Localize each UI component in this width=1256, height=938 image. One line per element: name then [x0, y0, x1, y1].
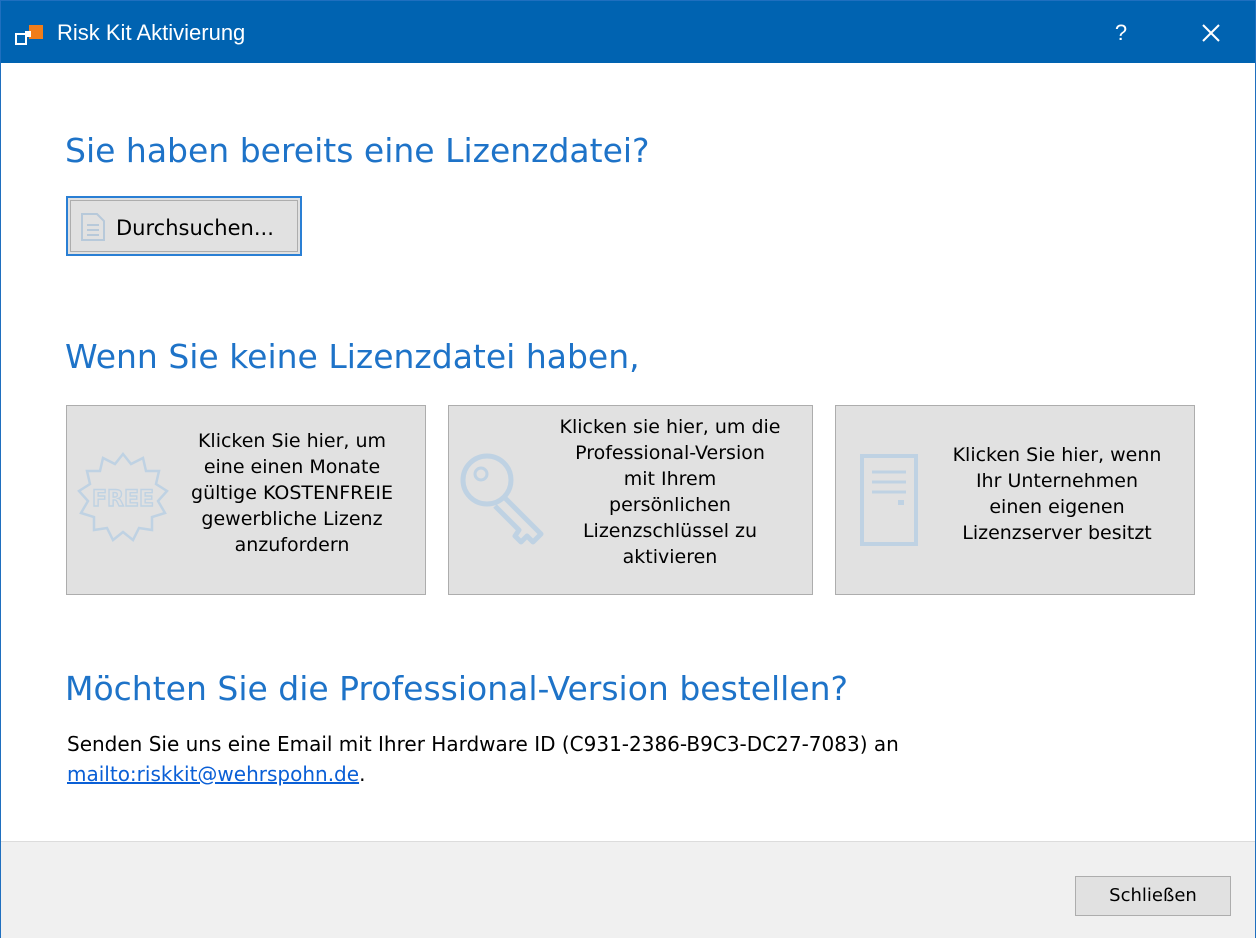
tile-line: einen eigenen: [989, 496, 1125, 518]
tile-line: mit Ihrem: [623, 468, 717, 490]
free-badge-text: FREE: [92, 487, 154, 512]
order-link-line: mailto:riskkit@wehrspohn.de.: [67, 759, 899, 789]
tile-line: gewerbliche Lizenz: [201, 508, 383, 530]
order-suffix: .: [359, 762, 366, 786]
license-file-heading: Sie haben bereits eine Lizenzdatei?: [65, 131, 650, 170]
tile-line: eine einen Monate: [203, 456, 381, 478]
order-instructions: Senden Sie uns eine Email mit Ihrer Hard…: [67, 729, 899, 789]
tile-line: Klicken Sie hier, um: [197, 430, 387, 452]
dialog-content: Sie haben bereits eine Lizenzdatei? Durc…: [1, 63, 1255, 841]
license-server-tile[interactable]: Klicken Sie hier, wenn Ihr Unternehmen e…: [835, 405, 1195, 595]
window-title: Risk Kit Aktivierung: [57, 20, 246, 45]
tile-line: Lizenzserver besitzt: [962, 522, 1152, 544]
professional-key-tile[interactable]: Klicken sie hier, um die Professional-Ve…: [448, 405, 813, 595]
free-license-tile[interactable]: FREE Klicken Sie hier, um eine einen Mon…: [66, 405, 426, 595]
activation-dialog: Risk Kit Aktivierung ? Sie haben bereits…: [0, 0, 1256, 938]
help-icon[interactable]: ?: [1099, 11, 1143, 55]
order-heading: Möchten Sie die Professional-Version bes…: [65, 669, 849, 708]
tile-line: Klicken Sie hier, wenn: [952, 444, 1162, 466]
app-icon: [15, 25, 43, 45]
tile-line: persönlichen: [609, 494, 731, 516]
close-icon[interactable]: [1187, 11, 1235, 55]
free-badge-icon: FREE: [77, 451, 169, 542]
document-icon: [81, 213, 105, 241]
license-server-text: Klicken Sie hier, wenn Ihr Unternehmen e…: [932, 442, 1182, 546]
browse-button-label: Durchsuchen...: [116, 216, 274, 240]
dialog-footer: Schließen: [1, 841, 1255, 938]
server-icon: [860, 454, 918, 546]
key-icon: [460, 453, 544, 545]
tile-line: Ihr Unternehmen: [975, 470, 1139, 492]
tile-line: gültige KOSTENFREIE: [191, 482, 393, 504]
no-license-heading: Wenn Sie keine Lizenzdatei haben,: [65, 337, 640, 376]
order-text-line: Senden Sie uns eine Email mit Ihrer Hard…: [67, 732, 899, 756]
tile-line: aktivieren: [622, 546, 718, 568]
browse-button[interactable]: Durchsuchen...: [66, 196, 302, 256]
tile-line: Professional-Version: [575, 442, 765, 464]
tile-line: anzufordern: [234, 534, 350, 556]
professional-key-text: Klicken sie hier, um die Professional-Ve…: [541, 414, 799, 570]
tile-line: Klicken sie hier, um die: [559, 416, 781, 438]
email-link[interactable]: mailto:riskkit@wehrspohn.de: [67, 762, 359, 786]
free-license-text: Klicken Sie hier, um eine einen Monate g…: [172, 428, 412, 558]
tile-line: Lizenzschlüssel zu: [582, 520, 758, 542]
title-bar[interactable]: Risk Kit Aktivierung ?: [1, 1, 1255, 63]
close-button[interactable]: Schließen: [1075, 876, 1231, 916]
